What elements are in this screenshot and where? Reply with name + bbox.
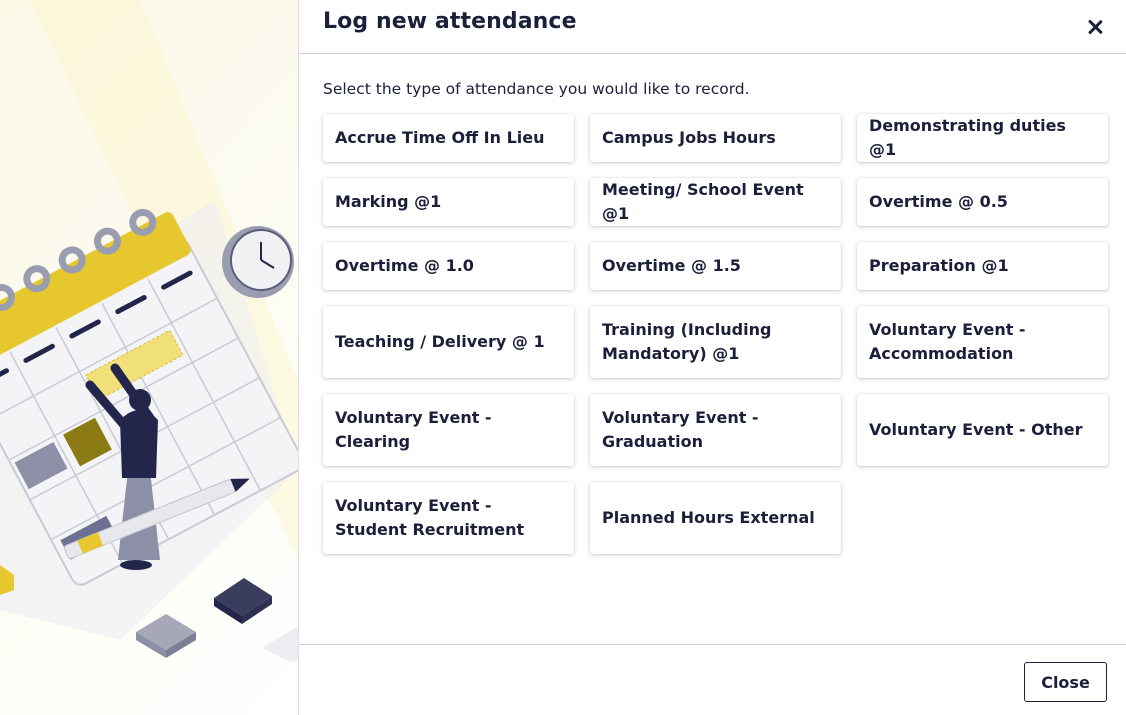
close-icon[interactable] <box>1084 16 1106 38</box>
option-overtime-0-5[interactable]: Overtime @ 0.5 <box>857 178 1108 226</box>
log-attendance-panel: Log new attendance Select the type of at… <box>299 0 1126 715</box>
option-demonstrating-duties[interactable]: Demonstrating duties @1 <box>857 114 1108 162</box>
option-planned-hours-external[interactable]: Planned Hours External <box>590 482 841 554</box>
option-voluntary-student-recruitment[interactable]: Voluntary Event - Student Recruitment <box>323 482 574 554</box>
close-button[interactable]: Close <box>1024 662 1107 702</box>
option-voluntary-graduation[interactable]: Voluntary Event - Graduation <box>590 394 841 466</box>
panel-footer: Close <box>299 644 1126 715</box>
instructions-text: Select the type of attendance you would … <box>323 80 750 98</box>
option-overtime-1-5[interactable]: Overtime @ 1.5 <box>590 242 841 290</box>
option-campus-jobs-hours[interactable]: Campus Jobs Hours <box>590 114 841 162</box>
option-meeting-school-event[interactable]: Meeting/ School Event @1 <box>590 178 841 226</box>
calendar-illustration <box>0 0 298 715</box>
option-voluntary-clearing[interactable]: Voluntary Event - Clearing <box>323 394 574 466</box>
attendance-dialog-screen: Log new attendance Select the type of at… <box>0 0 1126 715</box>
option-marking[interactable]: Marking @1 <box>323 178 574 226</box>
option-training[interactable]: Training (Including Mandatory) @1 <box>590 306 841 378</box>
option-overtime-1-0[interactable]: Overtime @ 1.0 <box>323 242 574 290</box>
calendar-illustration-graphic <box>0 0 298 662</box>
page-title: Log new attendance <box>323 9 577 34</box>
option-accrue-toil[interactable]: Accrue Time Off In Lieu <box>323 114 574 162</box>
attendance-type-grid: Accrue Time Off In Lieu Campus Jobs Hour… <box>323 114 1108 554</box>
option-voluntary-accommodation[interactable]: Voluntary Event - Accommodation <box>857 306 1108 378</box>
panel-header: Log new attendance <box>299 0 1126 54</box>
option-voluntary-other[interactable]: Voluntary Event - Other <box>857 394 1108 466</box>
option-teaching-delivery[interactable]: Teaching / Delivery @ 1 <box>323 306 574 378</box>
option-preparation[interactable]: Preparation @1 <box>857 242 1108 290</box>
